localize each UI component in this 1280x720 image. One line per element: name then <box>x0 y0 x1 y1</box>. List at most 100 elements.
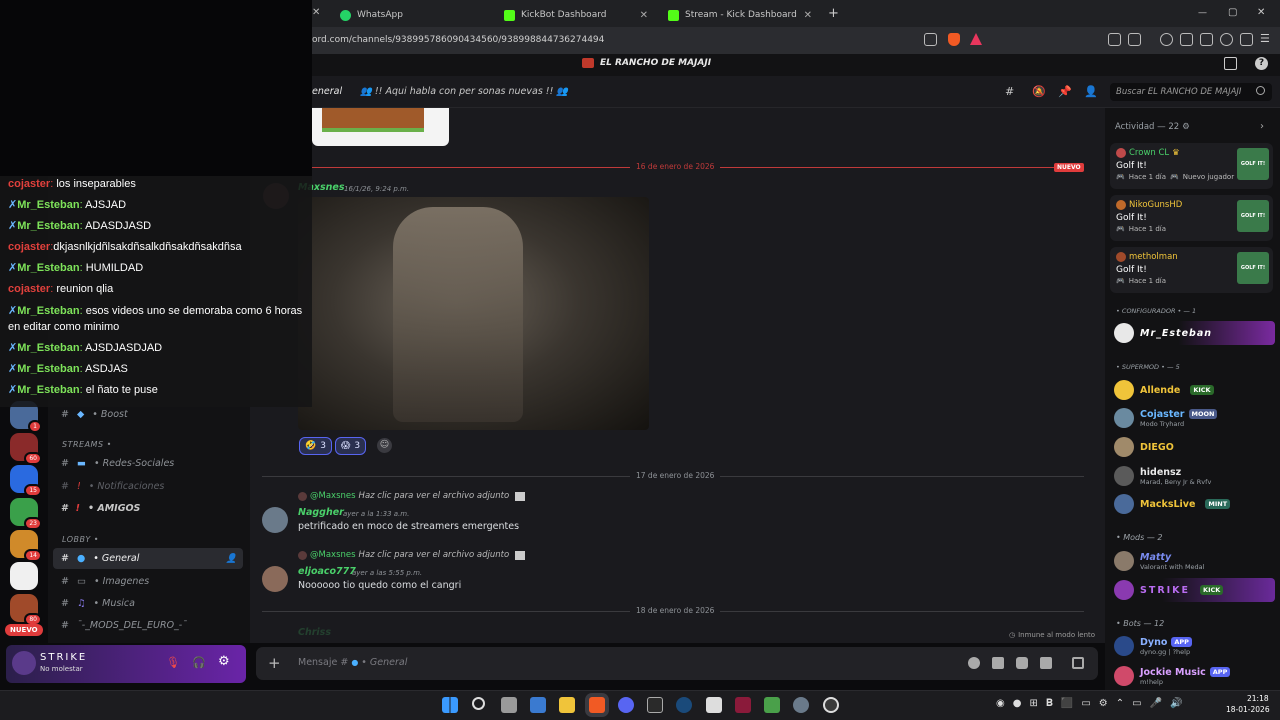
store-icon[interactable] <box>530 697 546 713</box>
sticker-icon[interactable] <box>1016 657 1028 669</box>
close-tab-icon[interactable]: ✕ <box>640 10 648 21</box>
brave-rewards-icon[interactable] <box>970 33 982 45</box>
epic-games-icon[interactable] <box>647 697 663 713</box>
inbox-icon[interactable] <box>1224 57 1237 70</box>
message-author[interactable]: eljoaco777 <box>298 566 356 577</box>
channel-notificaciones[interactable]: #! • Notificaciones <box>53 476 243 497</box>
davinci-icon[interactable] <box>793 697 809 713</box>
close-tab-icon[interactable]: ✕ <box>804 10 812 21</box>
folder-icon[interactable] <box>559 697 575 713</box>
attached-image[interactable] <box>298 197 649 430</box>
server-icon[interactable]: 15 <box>10 465 42 497</box>
mute-icon[interactable]: 🔕 <box>1032 85 1046 98</box>
member-item[interactable]: Matty Valorant with Medal <box>1114 549 1274 573</box>
reaction-scream[interactable]: 😱 3 <box>335 437 367 455</box>
gear-icon[interactable]: ⚙ <box>1182 122 1190 132</box>
new-tab-button[interactable]: + <box>828 6 839 21</box>
channel-boost[interactable]: # ◆ • Boost <box>53 404 243 425</box>
chevron-right-icon[interactable]: › <box>1260 121 1264 132</box>
menu-icon[interactable]: ☰ <box>1260 32 1270 45</box>
brave-icon[interactable] <box>589 697 605 713</box>
add-member-icon[interactable]: 👤 <box>226 554 237 564</box>
tab-kickbot[interactable]: KickBot Dashboard ✕ <box>496 4 656 26</box>
message-author[interactable]: Chriss <box>298 627 331 638</box>
app-icon[interactable] <box>706 697 722 713</box>
steam-icon[interactable] <box>676 697 692 713</box>
avatar[interactable] <box>262 566 288 592</box>
leo-icon[interactable] <box>1220 33 1233 46</box>
reaction-laugh[interactable]: 🤣 3 <box>299 437 332 455</box>
minimize-button[interactable]: — <box>1198 8 1207 18</box>
windows-start-icon[interactable] <box>442 697 458 713</box>
member-item[interactable]: Mr_Esteban <box>1114 321 1275 345</box>
member-item[interactable]: Allende KICK <box>1114 378 1274 402</box>
tray-icons[interactable]: ◉●⊞𝐁⬛▭⚙⌃▭🎤🔊 <box>996 698 1190 709</box>
member-item[interactable]: MacksLive MINT <box>1114 492 1274 516</box>
wallet-icon[interactable] <box>1200 33 1213 46</box>
image-icon[interactable] <box>1040 657 1052 669</box>
vpn-icon[interactable] <box>1240 33 1253 46</box>
sidebar-icon[interactable] <box>1180 33 1193 46</box>
close-tab-icon[interactable]: ✕ <box>312 7 320 18</box>
discord-icon[interactable] <box>618 697 634 713</box>
channel-mods-del-euro[interactable]: # ¯-_MODS_DEL_EURO_-¯ <box>53 615 243 636</box>
obs-icon[interactable] <box>823 697 839 713</box>
channel-general[interactable]: # ● • General 👤 <box>53 548 243 569</box>
pin-icon[interactable]: 📌 <box>1058 85 1072 98</box>
close-window-button[interactable]: ✕ <box>1257 7 1265 18</box>
channel-amigos[interactable]: #! • AMIGOS <box>53 498 243 519</box>
screenshot-icon[interactable] <box>1128 33 1141 46</box>
search-input[interactable]: Buscar EL RANCHO DE MAJAJI <box>1110 83 1272 101</box>
members-list-icon[interactable]: 👤 <box>1084 85 1098 98</box>
clock-time[interactable]: 21:18 <box>1247 694 1269 703</box>
message-author[interactable]: Naggher <box>298 507 344 518</box>
maximize-button[interactable]: ▢ <box>1228 7 1237 18</box>
member-item[interactable]: DIEGO <box>1114 435 1274 459</box>
server-icon[interactable]: 60 <box>10 433 42 465</box>
search-icon[interactable] <box>472 697 485 710</box>
gif-icon[interactable] <box>992 657 1004 669</box>
channel-imagenes[interactable]: # ▭ • Imagenes <box>53 571 243 592</box>
member-item[interactable]: STRIKE KICK <box>1114 578 1275 602</box>
channel-redes-sociales[interactable]: # ▬ • Redes-Sociales <box>53 453 243 474</box>
gear-icon[interactable]: ⚙ <box>218 654 230 669</box>
channel-musica[interactable]: # ♫ • Musica <box>53 593 243 614</box>
member-item[interactable]: Jockie Music APP m!help <box>1114 664 1274 688</box>
member-item[interactable]: Dyno APP dyno.gg | ?help <box>1114 634 1274 658</box>
threads-icon[interactable]: # <box>1005 85 1014 98</box>
member-item[interactable]: hidensz Marad, Beny Jr & Rvfv <box>1114 464 1274 488</box>
extensions-icon[interactable] <box>1108 33 1121 46</box>
tab-kick-dashboard[interactable]: Stream - Kick Dashboard ✕ <box>660 4 820 26</box>
new-servers-pill[interactable]: NUEVO <box>5 624 43 636</box>
reply-preview[interactable]: @Maxsnes Haz clic para ver el archivo adj… <box>298 491 526 501</box>
mic-muted-icon[interactable]: 🎙 <box>166 656 180 669</box>
minecraft-icon[interactable] <box>764 697 780 713</box>
clock-date[interactable]: 18-01-2026 <box>1226 705 1270 714</box>
app-icon[interactable] <box>735 697 751 713</box>
help-icon[interactable]: ? <box>1255 57 1268 70</box>
message-input[interactable]: Mensaje # ● • General <box>298 657 407 668</box>
avatar <box>1114 380 1134 400</box>
attach-button[interactable]: + <box>268 654 281 672</box>
apps-icon[interactable] <box>1072 657 1084 669</box>
reply-preview[interactable]: @Maxsnes Haz clic para ver el archivo adj… <box>298 550 526 560</box>
share-icon[interactable] <box>924 33 937 46</box>
tab-whatsapp[interactable]: WhatsApp <box>332 4 492 26</box>
member-item[interactable]: Cojaster MOON Modo Tryhard <box>1114 406 1274 430</box>
server-icon[interactable]: 23 <box>10 498 42 530</box>
music-icon[interactable] <box>1160 33 1173 46</box>
headphones-icon[interactable]: 🎧 <box>192 656 206 669</box>
category-streams[interactable]: STREAMS • <box>62 440 112 449</box>
add-reaction-icon[interactable]: ☺ <box>377 438 392 453</box>
server-icon[interactable]: 14 <box>10 530 42 562</box>
avatar[interactable] <box>262 507 288 533</box>
server-icon[interactable]: 80 <box>10 594 42 626</box>
server-icon[interactable] <box>10 562 38 590</box>
emoji-icon[interactable] <box>968 657 980 669</box>
category-lobby[interactable]: LOBBY • <box>62 535 99 544</box>
avatar[interactable] <box>12 651 36 675</box>
task-view-icon[interactable] <box>501 697 517 713</box>
brave-shield-icon[interactable] <box>948 33 960 46</box>
previous-attachment[interactable] <box>312 108 449 146</box>
url-field[interactable]: ord.com/channels/938995786090434560/9389… <box>312 35 604 45</box>
